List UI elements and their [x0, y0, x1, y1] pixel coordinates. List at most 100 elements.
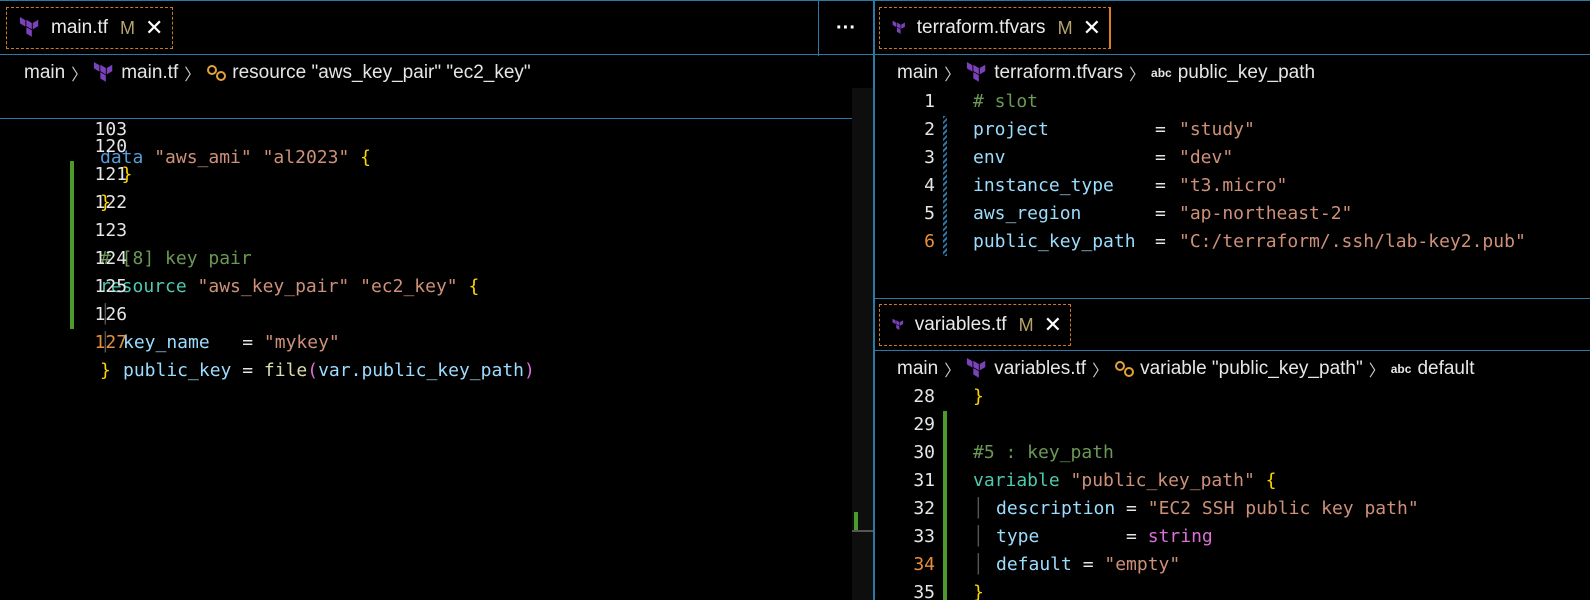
identifier: var.public_key_path: [318, 360, 524, 381]
string: "dev": [1179, 147, 1234, 168]
chevron-right-icon: 〉: [1368, 363, 1385, 380]
tab-main-tf[interactable]: main.tf M ✕: [6, 7, 173, 49]
identifier: description: [996, 498, 1116, 519]
string: "public_key_path": [1070, 470, 1255, 491]
line-number: 35: [913, 582, 935, 600]
identifier: key_name: [123, 332, 210, 353]
string: "t3.micro": [1179, 175, 1288, 196]
breadcrumb-root[interactable]: main: [897, 62, 938, 84]
terraform-icon: [19, 17, 39, 37]
string: "EC2 SSH public key path": [1147, 498, 1419, 519]
vertical-scrollbar[interactable]: [852, 88, 874, 600]
terraform-icon: [94, 62, 113, 82]
scrollbar-slider[interactable]: [852, 530, 874, 532]
terraform-icon: [967, 62, 986, 82]
identifier: type: [996, 526, 1040, 547]
git-added-marker: [943, 411, 947, 600]
chevron-right-icon: 〉: [1129, 67, 1146, 84]
identifier: env: [973, 147, 1006, 168]
string: "empty": [1104, 554, 1181, 575]
code-area[interactable]: 1 # slot 2 project = "study" 3 env = "dev" 4 ins…: [875, 88, 1590, 298]
line-number: 3: [924, 147, 935, 168]
breadcrumb-root[interactable]: main: [24, 62, 65, 84]
string: "mykey": [263, 332, 340, 353]
string-symbol-icon: abc: [1390, 362, 1412, 376]
line-number: 6: [924, 231, 935, 252]
tab-terraform-tfvars[interactable]: terraform.tfvars M ✕: [879, 7, 1111, 49]
modified-indicator: M: [120, 17, 136, 38]
line-number: 2: [924, 119, 935, 140]
right-bottom-editor-group: variables.tf M ✕ main 〉 variables.tf 〉 v…: [875, 299, 1590, 600]
breadcrumb-file[interactable]: terraform.tfvars: [994, 62, 1123, 84]
scrollbar-diff-marker: [854, 512, 858, 530]
chevron-right-icon: 〉: [71, 67, 88, 84]
identifier: project: [973, 119, 1049, 140]
right-bottom-tab-bar: variables.tf M ✕: [875, 299, 1590, 351]
modified-indicator: M: [1018, 314, 1034, 335]
left-tab-bar: main.tf M ✕ ···: [0, 0, 874, 56]
code-line: }: [973, 386, 984, 407]
git-added-marker: [70, 161, 74, 329]
operator: =: [209, 332, 264, 353]
identifier: default: [996, 554, 1072, 575]
breadcrumb: main 〉 terraform.tfvars 〉 abc public_key…: [875, 56, 1590, 90]
chevron-right-icon: 〉: [1092, 363, 1109, 380]
line-number: 34: [913, 554, 935, 575]
line-number: 127: [94, 332, 128, 353]
operator: =: [1039, 526, 1148, 547]
right-top-tab-bar: terraform.tfvars M ✕: [875, 0, 1590, 55]
identifier: public_key_path: [973, 231, 1136, 252]
line-number: 1: [924, 91, 935, 112]
line-number: 33: [913, 526, 935, 547]
string: "C:/terraform/.ssh/lab-key2.pub": [1179, 231, 1526, 252]
more-actions-button[interactable]: ···: [818, 1, 873, 56]
breadcrumb-symbol[interactable]: public_key_path: [1178, 62, 1315, 84]
breadcrumb-symbol[interactable]: resource "aws_key_pair" "ec2_key": [232, 62, 530, 84]
line-number: 31: [913, 470, 935, 491]
chevron-right-icon: 〉: [944, 67, 961, 84]
line-number: 5: [924, 203, 935, 224]
right-top-editor-group: terraform.tfvars M ✕ main 〉 terraform.tf…: [875, 0, 1590, 298]
tab-label: terraform.tfvars: [916, 17, 1046, 38]
comment: #5 : key_path: [973, 442, 1114, 463]
identifier: instance_type: [973, 175, 1114, 196]
operator: =: [1115, 498, 1148, 519]
terraform-icon: [892, 318, 904, 331]
symbol-resource-icon: [207, 65, 227, 81]
tab-variables-tf[interactable]: variables.tf M ✕: [879, 304, 1071, 346]
type-keyword: string: [1147, 526, 1213, 547]
code-area[interactable]: 120 } 121 } 122 123 # [8] key pair 124 r…: [0, 119, 852, 600]
terraform-icon: [967, 358, 986, 378]
left-editor-group: main.tf M ✕ ··· main 〉 main.tf 〉 resourc…: [0, 0, 874, 600]
terraform-icon: [892, 20, 905, 34]
git-modified-marker: [943, 116, 947, 256]
breadcrumb-file[interactable]: main.tf: [121, 62, 178, 84]
breadcrumb-file[interactable]: variables.tf: [994, 358, 1086, 380]
close-icon[interactable]: ✕: [1044, 314, 1062, 336]
breadcrumb-leaf[interactable]: default: [1417, 358, 1474, 380]
string: "ap-northeast-2": [1179, 203, 1353, 224]
close-icon[interactable]: ✕: [1083, 17, 1101, 39]
string-symbol-icon: abc: [1151, 66, 1172, 80]
line-number: 32: [913, 498, 935, 519]
line-number: 4: [924, 175, 935, 196]
tab-label: main.tf: [51, 17, 109, 38]
breadcrumb: main 〉 main.tf 〉 resource "aws_key_pair"…: [0, 56, 874, 90]
code-line: }: [100, 360, 111, 381]
modified-indicator: M: [1057, 17, 1073, 38]
close-icon[interactable]: ✕: [145, 17, 163, 39]
line-number: 30: [913, 442, 935, 463]
breadcrumb-root[interactable]: main: [897, 358, 938, 380]
comment: # slot: [973, 91, 1039, 112]
identifier: public_key: [123, 360, 232, 381]
string: "study": [1179, 119, 1255, 140]
operator: =: [1071, 554, 1105, 575]
function: file: [263, 360, 308, 381]
breadcrumb-symbol[interactable]: variable "public_key_path": [1140, 358, 1363, 380]
line-number: 29: [913, 414, 935, 435]
line-number: 28: [913, 386, 935, 407]
code-area[interactable]: 28} 29 30 #5 : key_path 31 variable "publi…: [875, 383, 1590, 600]
code-line: }: [973, 582, 984, 600]
keyword: variable: [973, 470, 1060, 491]
breadcrumb: main 〉 variables.tf 〉 variable "public_k…: [875, 352, 1590, 386]
